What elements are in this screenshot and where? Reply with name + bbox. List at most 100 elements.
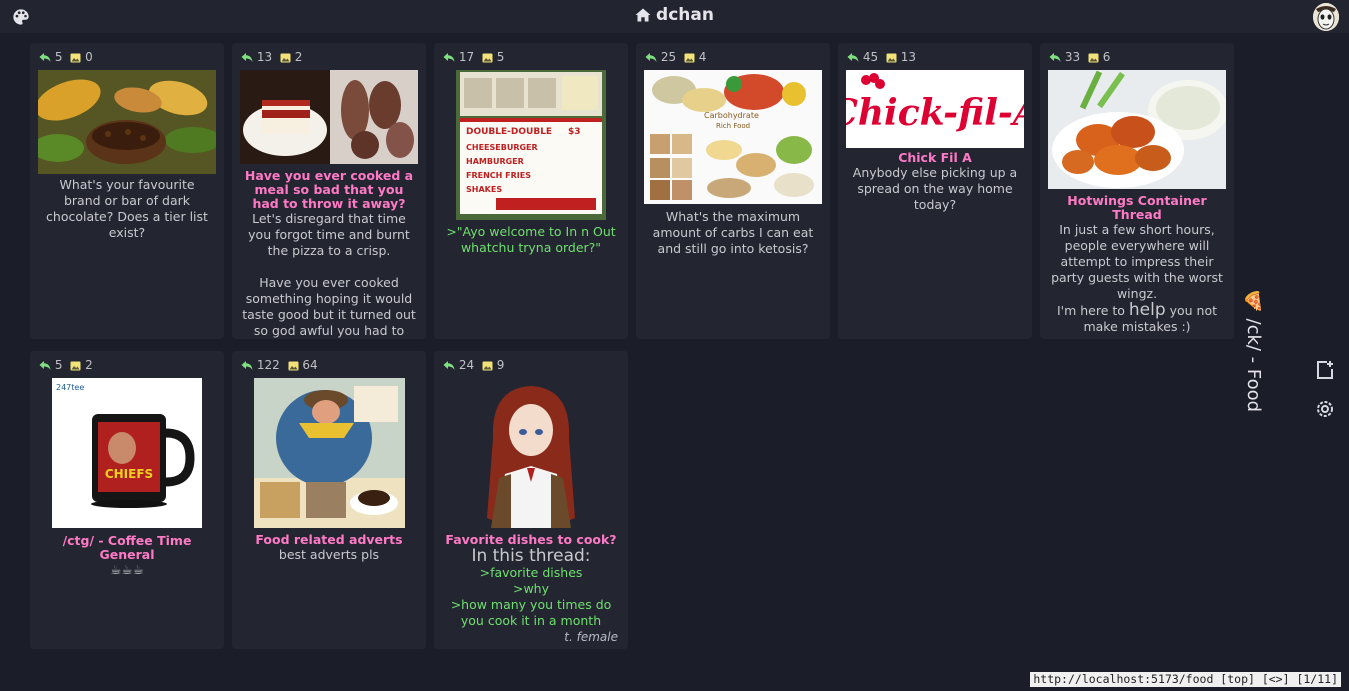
thread-thumbnail[interactable]: Carbohydrate Rich Food (644, 70, 822, 204)
reply-count: 13 (256, 50, 273, 64)
svg-text:DOUBLE-DOUBLE: DOUBLE-DOUBLE (466, 127, 552, 137)
thread-card[interactable]: 5 2 247tee CHIEFS /ctg/ - Coffee Time Ge… (30, 351, 224, 649)
thread-greentext: >"Ayo welcome to In n Out whatchu tryna … (446, 224, 616, 255)
reply-icon (645, 53, 657, 62)
reply-count: 122 (256, 358, 280, 372)
thread-signature: t. female (564, 630, 618, 644)
reply-count: 33 (1064, 50, 1081, 64)
image-count: 4 (698, 50, 707, 64)
thread-card[interactable]: 17 5 DOUBLE-DOUBLE $3 CHEESEBURGER HAMBURG… (434, 43, 628, 339)
thread-card[interactable]: 122 64 Food related adverts best adverts… (232, 351, 426, 649)
svg-text:Chick-fil-A: Chick-fil-A (846, 92, 1024, 134)
reply-icon (443, 53, 455, 62)
thread-body: Let's disregard that time you forgot tim… (248, 211, 410, 258)
mask-icon (1313, 3, 1339, 31)
image-icon (280, 53, 291, 63)
thread-stats: 5 2 (30, 351, 224, 375)
thread-thumbnail[interactable]: 247tee CHIEFS (52, 378, 202, 528)
thread-subject: Hotwings Container Thread (1067, 193, 1207, 222)
reply-icon (241, 53, 253, 62)
thread-card[interactable]: 13 2 Have you ever cooked a meal so bad … (232, 43, 426, 339)
reply-icon (443, 361, 455, 370)
thread-stats: 122 64 (232, 351, 426, 375)
thread-heading: In this thread: (471, 546, 591, 566)
thread-card[interactable]: 25 4 Carbohydrate Rich Food What's the m… (636, 43, 830, 339)
reply-icon (39, 361, 51, 370)
thread-thumbnail[interactable] (38, 70, 216, 174)
reply-icon (241, 361, 253, 370)
svg-text:Carbohydrate: Carbohydrate (704, 111, 759, 120)
svg-text:FRENCH FRIES: FRENCH FRIES (466, 171, 531, 180)
svg-text:SHAKES: SHAKES (466, 185, 502, 194)
home-icon (635, 8, 651, 22)
thread-thumbnail[interactable]: Chick-fil-A (846, 70, 1024, 148)
image-icon (886, 53, 897, 63)
avatar[interactable] (1313, 3, 1339, 31)
greentext-line: >how many you times do you cook it in a … (450, 597, 612, 628)
reply-icon (1049, 53, 1061, 62)
big-text: help (1128, 300, 1166, 320)
thread-stats: 25 4 (636, 43, 830, 67)
thread-body-continued: Have you ever cooked something hoping it… (242, 275, 416, 338)
thread-thumbnail[interactable] (240, 70, 418, 164)
thread-subject: Food related adverts (255, 532, 403, 547)
image-count: 64 (302, 358, 318, 372)
thread-thumbnail[interactable]: DOUBLE-DOUBLE $3 CHEESEBURGER HAMBURGER FR… (456, 70, 606, 220)
reply-count: 45 (862, 50, 879, 64)
image-icon (684, 53, 695, 63)
svg-text:$3: $3 (568, 127, 581, 137)
thread-stats: 33 6 (1040, 43, 1234, 67)
greentext-line: >favorite dishes (479, 565, 583, 580)
svg-text:CHIEFS: CHIEFS (105, 467, 153, 481)
reply-count: 25 (660, 50, 677, 64)
svg-text:Rich Food: Rich Food (716, 122, 750, 130)
thread-stats: 5 0 (30, 43, 224, 67)
thread-subject: /ctg/ - Coffee Time General (62, 533, 192, 562)
reply-count: 5 (54, 50, 63, 64)
thumbnail-watermark: 247tee (56, 383, 84, 392)
svg-text:CHEESEBURGER: CHEESEBURGER (466, 143, 538, 152)
status-bar: http://localhost:5173/food [top] [<>] [1… (1030, 672, 1341, 687)
image-count: 0 (85, 50, 93, 64)
thread-body: What's your favourite brand or bar of da… (46, 177, 208, 240)
thread-stats: 24 9 (434, 351, 628, 375)
greentext-line: >why (512, 581, 550, 596)
image-icon (482, 361, 493, 371)
thread-body-continued: I'm here to help you not make mistakes :… (1040, 302, 1234, 335)
thread-subject: Favorite dishes to cook? (445, 532, 617, 547)
svg-text:HAMBURGER: HAMBURGER (466, 157, 524, 166)
thread-stats: 45 13 (838, 43, 1032, 67)
top-bar: dchan (0, 0, 1349, 33)
thread-subject: Have you ever cooked a meal so bad that … (244, 168, 414, 211)
thread-stats: 13 2 (232, 43, 426, 67)
image-count: 5 (496, 50, 505, 64)
image-icon (482, 53, 493, 63)
image-count: 6 (1102, 50, 1111, 64)
thread-card[interactable]: 45 13 Chick-fil-A Chick Fil A Anybody el… (838, 43, 1032, 339)
thread-card[interactable]: 5 0 What's your favourite brand or bar o… (30, 43, 224, 339)
reply-count: 24 (458, 358, 475, 372)
site-title[interactable]: dchan (0, 5, 1349, 25)
image-count: 13 (900, 50, 917, 64)
thread-card[interactable]: 24 9 Favorite dishes to cook? In this th… (434, 351, 628, 649)
image-count: 2 (85, 358, 93, 372)
thread-thumbnail[interactable] (471, 378, 591, 528)
image-icon (288, 361, 299, 371)
reply-count: 17 (458, 50, 475, 64)
reply-count: 5 (54, 358, 63, 372)
image-count: 9 (496, 358, 505, 372)
reply-icon (847, 53, 859, 62)
gear-icon[interactable] (1314, 398, 1336, 420)
thread-thumbnail[interactable] (1048, 70, 1226, 189)
thread-body: What's the maximum amount of carbs I can… (652, 209, 814, 256)
reply-icon (39, 53, 51, 62)
thread-card[interactable]: 33 6 Hotwings Container Thread In just a… (1040, 43, 1234, 339)
board-title[interactable]: 🍕 /ck/ - Food (1242, 290, 1264, 412)
image-icon (70, 361, 81, 371)
thread-thumbnail[interactable] (253, 378, 405, 528)
new-thread-icon[interactable] (1314, 359, 1336, 381)
thread-body: In just a few short hours, people everyw… (1051, 222, 1223, 301)
thread-body: best adverts pls (278, 547, 380, 562)
image-icon (70, 53, 81, 63)
image-count: 2 (294, 50, 303, 64)
